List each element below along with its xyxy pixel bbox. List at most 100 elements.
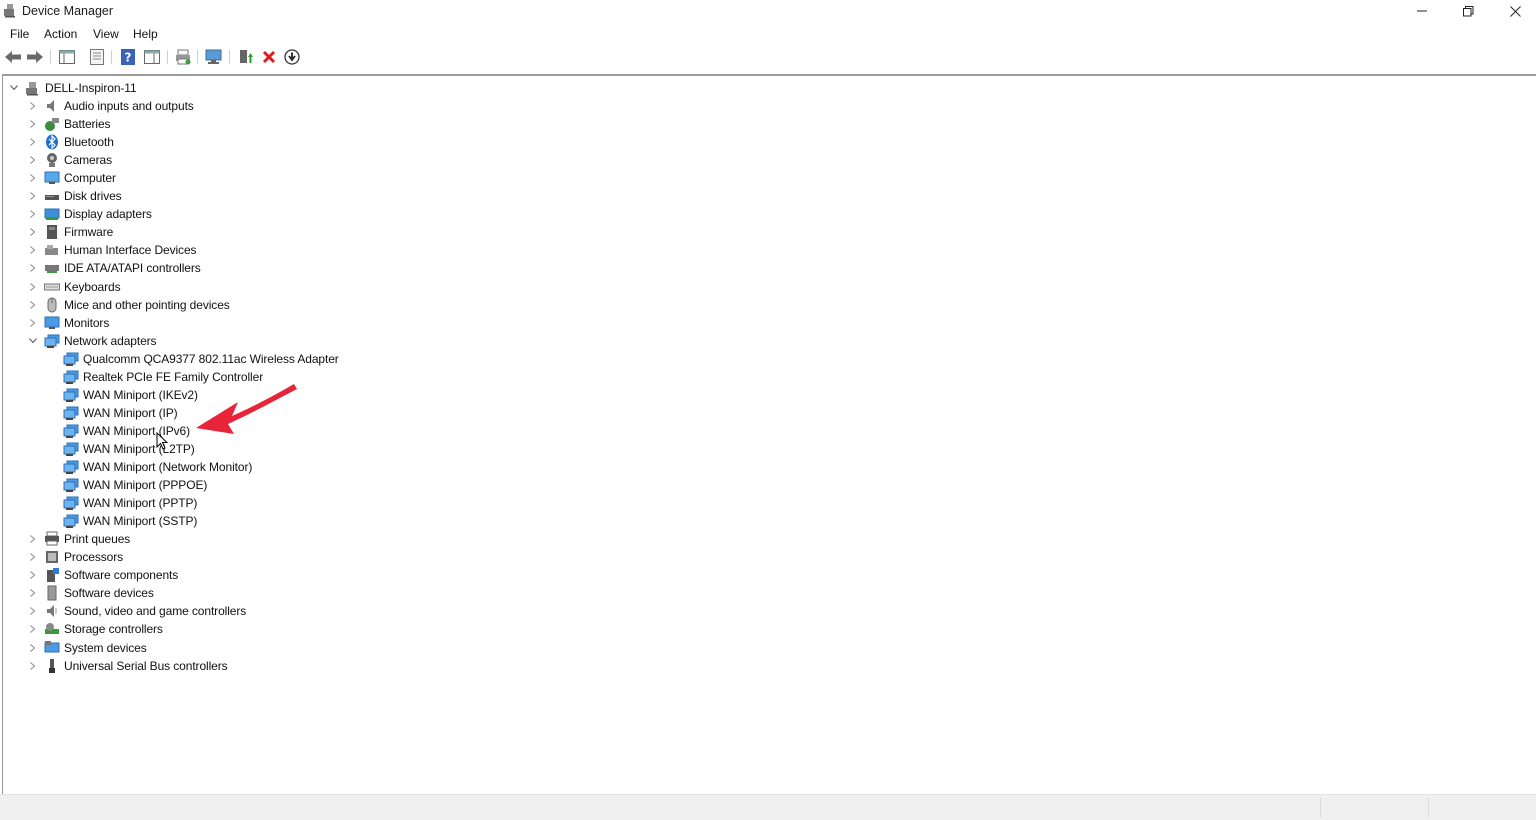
tree-item-label: Mice and other pointing devices bbox=[64, 298, 230, 312]
tree-device-item[interactable]: WAN Miniport (L2TP) bbox=[3, 440, 423, 458]
tree-category-item[interactable]: Software components bbox=[3, 566, 423, 584]
keyboard-icon bbox=[44, 283, 60, 291]
update-driver-button[interactable] bbox=[236, 48, 256, 66]
menu-action[interactable]: Action bbox=[44, 27, 77, 41]
tree-item-label: Software components bbox=[64, 568, 179, 582]
expand-chevron-icon[interactable] bbox=[28, 191, 38, 201]
tree-device-item[interactable]: WAN Miniport (SSTP) bbox=[3, 512, 423, 530]
show-hide-console-tree-button[interactable] bbox=[57, 48, 77, 66]
status-pane-divider bbox=[1428, 798, 1429, 817]
tree-device-item[interactable]: WAN Miniport (PPPOE) bbox=[3, 476, 423, 494]
expand-chevron-icon[interactable] bbox=[28, 227, 38, 237]
processor-icon bbox=[46, 551, 58, 563]
expand-chevron-icon[interactable] bbox=[28, 119, 38, 129]
expand-chevron-icon[interactable] bbox=[28, 570, 38, 580]
tree-category-item[interactable]: Firmware bbox=[3, 223, 423, 241]
tree-category-item[interactable]: Storage controllers bbox=[3, 620, 423, 638]
tree-category-item[interactable]: Processors bbox=[3, 548, 423, 566]
expand-chevron-icon[interactable] bbox=[28, 282, 38, 292]
action-pane-button[interactable] bbox=[142, 48, 162, 66]
tree-category-item[interactable]: Disk drives bbox=[3, 187, 423, 205]
tree-item-label: Qualcomm QCA9377 802.11ac Wireless Adapt… bbox=[83, 352, 339, 366]
printer-icon bbox=[45, 531, 59, 546]
toolbar-separator bbox=[167, 50, 168, 64]
tree-category-item[interactable]: Cameras bbox=[3, 151, 423, 169]
tree-category-item[interactable]: Audio inputs and outputs bbox=[3, 97, 423, 115]
network-adapter-icon bbox=[63, 406, 79, 420]
tree-category-item[interactable]: Human Interface Devices bbox=[3, 241, 423, 259]
tree-category-item[interactable]: Monitors bbox=[3, 314, 423, 332]
tree-item-label: Processors bbox=[64, 550, 124, 564]
tree-category-item[interactable]: Print queues bbox=[3, 530, 423, 548]
close-button[interactable] bbox=[1492, 0, 1536, 22]
back-button[interactable] bbox=[3, 48, 23, 66]
uninstall-device-button[interactable] bbox=[259, 48, 279, 66]
tree-item-label: WAN Miniport (SSTP) bbox=[83, 514, 198, 528]
device-manager-icon bbox=[4, 4, 15, 18]
expand-chevron-icon[interactable] bbox=[28, 552, 38, 562]
expand-chevron-icon[interactable] bbox=[28, 534, 38, 544]
expand-chevron-icon[interactable] bbox=[28, 624, 38, 634]
collapse-chevron-icon[interactable] bbox=[9, 83, 19, 93]
toolbar-separator bbox=[197, 50, 198, 64]
tree-item-label: WAN Miniport (PPPOE) bbox=[83, 478, 208, 492]
forward-button[interactable] bbox=[25, 48, 45, 66]
tree-device-item[interactable]: WAN Miniport (Network Monitor) bbox=[3, 458, 423, 476]
tree-item-label: IDE ATA/ATAPI controllers bbox=[64, 261, 201, 275]
properties-button[interactable] bbox=[87, 48, 107, 66]
tree-item-label: Disk drives bbox=[64, 189, 122, 203]
tree-category-item[interactable]: Bluetooth bbox=[3, 133, 423, 151]
tree-root[interactable]: DELL-Inspiron-11 bbox=[3, 79, 303, 97]
tree-category-item[interactable]: Software devices bbox=[3, 584, 423, 602]
expand-chevron-icon[interactable] bbox=[28, 263, 38, 273]
expand-chevron-icon[interactable] bbox=[28, 588, 38, 598]
expand-chevron-icon[interactable] bbox=[28, 643, 38, 653]
tree-device-item[interactable]: WAN Miniport (PPTP) bbox=[3, 494, 423, 512]
tree-category-item[interactable]: IDE ATA/ATAPI controllers bbox=[3, 259, 423, 277]
tree-category-item[interactable]: Sound, video and game controllers bbox=[3, 602, 423, 620]
expand-chevron-icon[interactable] bbox=[28, 318, 38, 328]
expand-chevron-icon[interactable] bbox=[28, 137, 38, 147]
computer-icon bbox=[44, 171, 60, 184]
expand-chevron-icon[interactable] bbox=[28, 209, 38, 219]
tree-category-item[interactable]: Batteries bbox=[3, 115, 423, 133]
print-button[interactable] bbox=[173, 48, 193, 66]
system-device-icon bbox=[44, 641, 60, 653]
minimize-icon bbox=[1417, 10, 1427, 12]
title-bar[interactable]: Device Manager bbox=[0, 0, 1536, 22]
update-driver-icon bbox=[240, 50, 253, 63]
expand-chevron-icon[interactable] bbox=[28, 173, 38, 183]
tree-item-label: WAN Miniport (PPTP) bbox=[83, 496, 198, 510]
scan-hardware-button[interactable] bbox=[204, 48, 224, 66]
tree-category-item[interactable]: System devices bbox=[3, 639, 423, 657]
menu-view[interactable]: View bbox=[93, 27, 119, 41]
menu-file[interactable]: File bbox=[10, 27, 29, 41]
expand-chevron-icon[interactable] bbox=[28, 661, 38, 671]
hid-icon bbox=[45, 245, 58, 255]
expand-chevron-icon[interactable] bbox=[28, 101, 38, 111]
tree-item-label: Monitors bbox=[64, 316, 110, 330]
tree-item-label: Bluetooth bbox=[64, 135, 114, 149]
tree-category-item[interactable]: Keyboards bbox=[3, 278, 423, 296]
expand-chevron-icon[interactable] bbox=[28, 606, 38, 616]
tree-category-item[interactable]: Computer bbox=[3, 169, 423, 187]
tree-category-item[interactable]: Display adapters bbox=[3, 205, 423, 223]
tree-item-label: System devices bbox=[64, 641, 147, 655]
restore-button[interactable] bbox=[1445, 0, 1491, 22]
tree-item-label: Storage controllers bbox=[64, 622, 163, 636]
help-button[interactable]: ? bbox=[118, 48, 138, 66]
disable-device-button[interactable] bbox=[282, 48, 302, 66]
tree-device-item[interactable]: Qualcomm QCA9377 802.11ac Wireless Adapt… bbox=[3, 350, 423, 368]
expand-chevron-icon[interactable] bbox=[28, 300, 38, 310]
tree-category-item[interactable]: Mice and other pointing devices bbox=[3, 296, 423, 314]
monitor-icon bbox=[44, 316, 60, 329]
minimize-button[interactable] bbox=[1399, 0, 1445, 22]
expand-chevron-icon[interactable] bbox=[28, 155, 38, 165]
expand-chevron-icon[interactable] bbox=[28, 245, 38, 255]
tree-category-item[interactable]: Universal Serial Bus controllers bbox=[3, 657, 423, 675]
properties-icon bbox=[90, 49, 104, 65]
menu-help[interactable]: Help bbox=[133, 27, 158, 41]
usb-icon bbox=[49, 659, 55, 673]
tree-category-item[interactable]: Network adapters bbox=[3, 332, 423, 350]
collapse-chevron-icon[interactable] bbox=[28, 336, 38, 346]
